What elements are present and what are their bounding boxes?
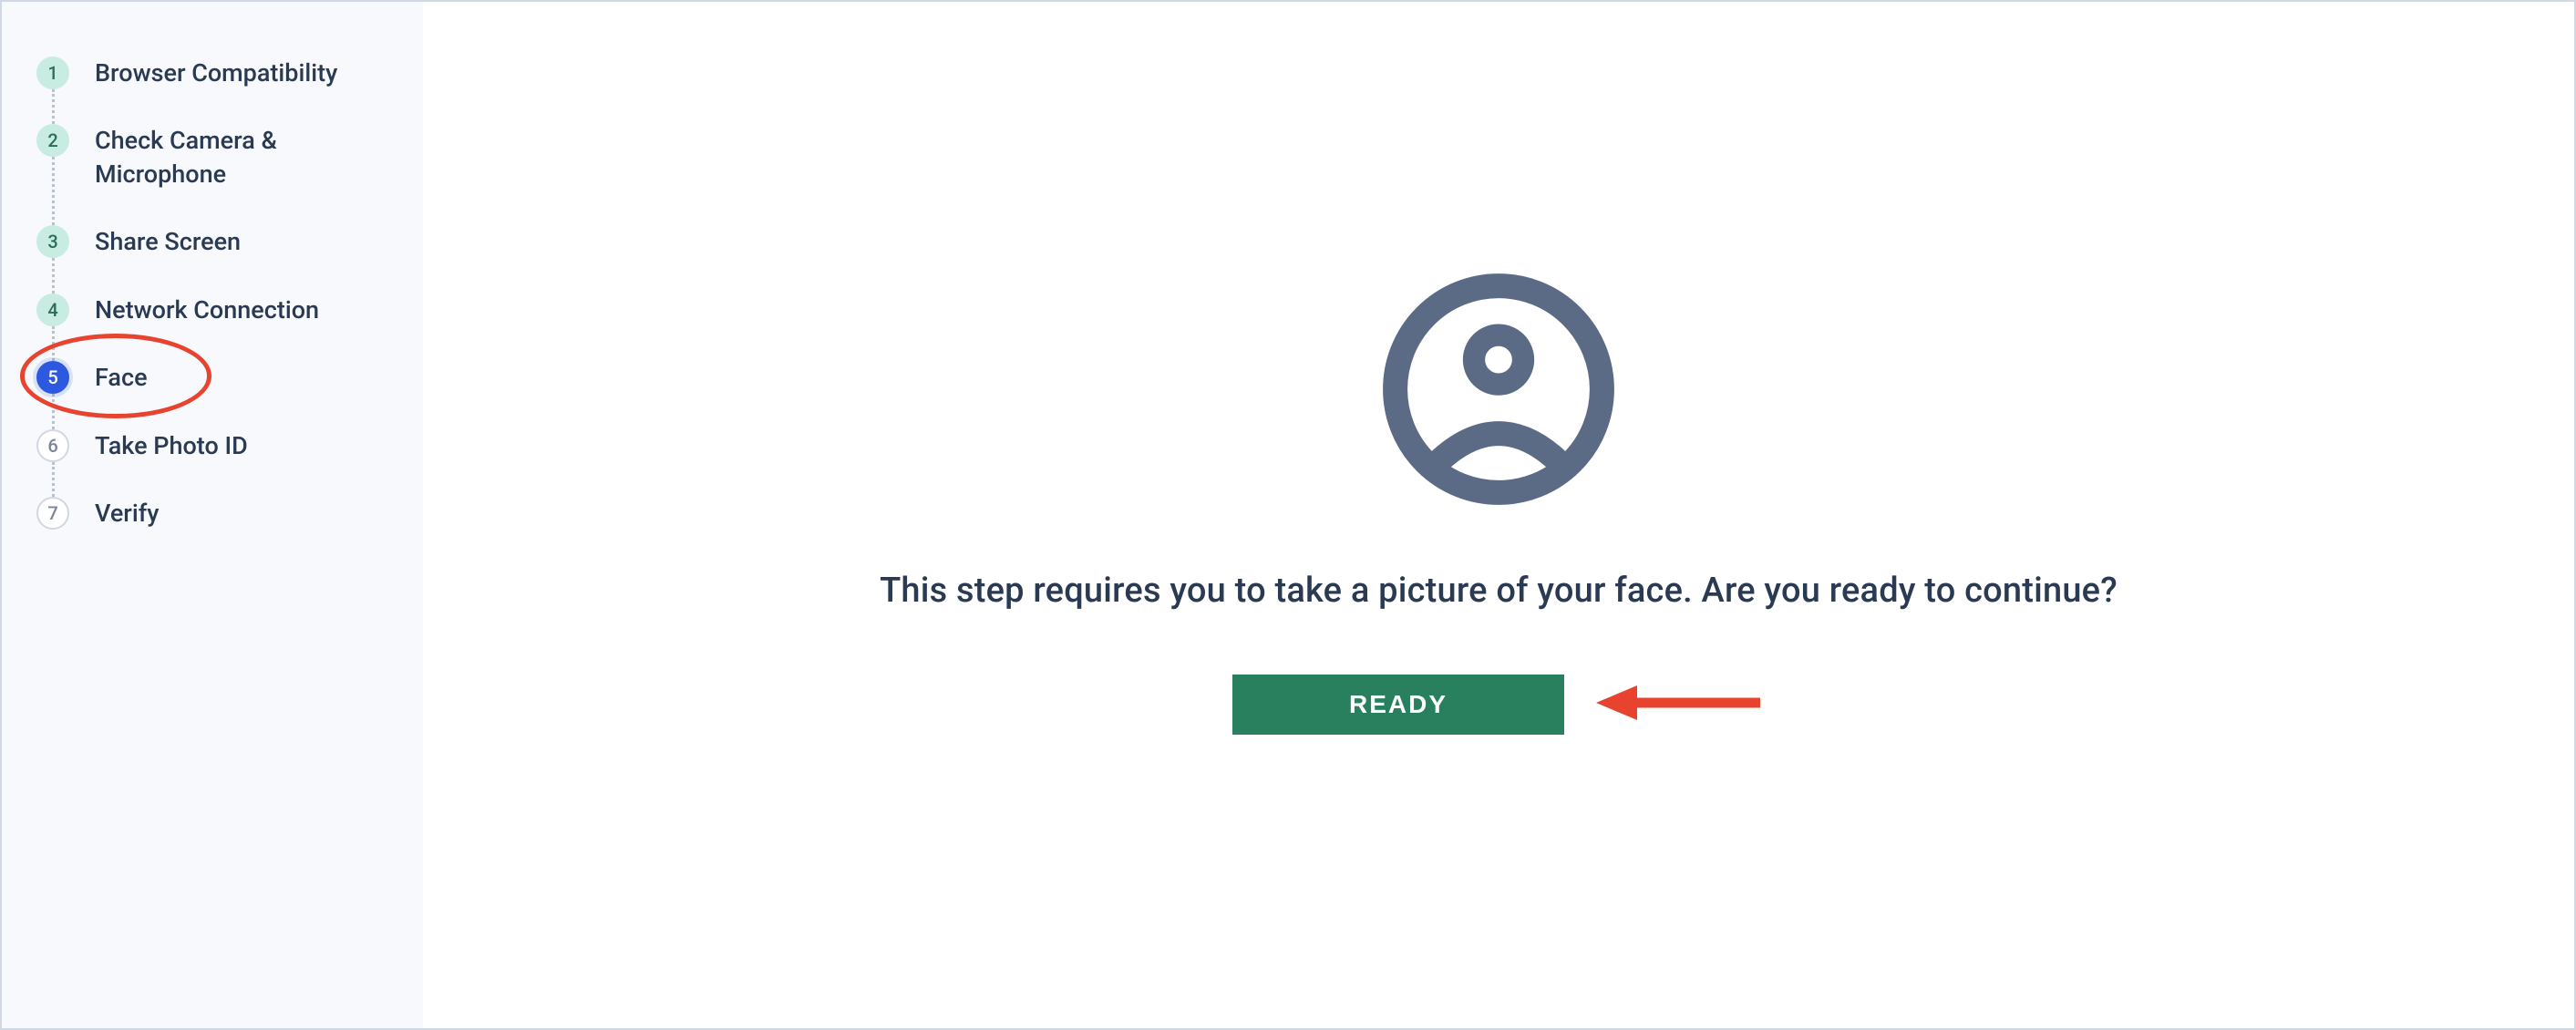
step-list: 1 Browser Compatibility 2 Check Camera &… [36, 38, 405, 547]
step-label: Face [95, 359, 148, 394]
step-label: Share Screen [95, 223, 241, 258]
step-connector [52, 326, 55, 361]
main-content: This step requires you to take a picture… [423, 2, 2574, 1028]
step-number-badge: 1 [36, 57, 69, 89]
step-share-screen[interactable]: 3 Share Screen [36, 207, 405, 274]
step-number-badge: 7 [36, 497, 69, 530]
step-verify[interactable]: 7 Verify [36, 479, 405, 546]
step-label: Verify [95, 495, 160, 530]
step-check-camera-microphone[interactable]: 2 Check Camera & Microphone [36, 106, 405, 207]
step-label: Network Connection [95, 292, 319, 326]
step-connector [52, 258, 55, 293]
step-number-badge: 6 [36, 429, 69, 462]
app-root: 1 Browser Compatibility 2 Check Camera &… [0, 0, 2576, 1030]
step-number-badge: 2 [36, 124, 69, 157]
step-label: Browser Compatibility [95, 55, 337, 89]
step-face[interactable]: 5 Face [36, 343, 405, 410]
step-label: Take Photo ID [95, 427, 248, 462]
step-number-badge: 5 [36, 361, 69, 394]
step-connector [52, 462, 55, 497]
prompt-text: This step requires you to take a picture… [880, 571, 2117, 611]
ready-button[interactable]: READY [1232, 675, 1564, 735]
step-connector [52, 89, 55, 124]
ready-row: READY [1232, 675, 1765, 735]
step-label: Check Camera & Microphone [95, 122, 368, 191]
step-network-connection[interactable]: 4 Network Connection [36, 275, 405, 343]
annotation-arrow-icon [1592, 680, 1765, 729]
sidebar: 1 Browser Compatibility 2 Check Camera &… [2, 2, 423, 1028]
step-connector [52, 394, 55, 428]
step-browser-compatibility[interactable]: 1 Browser Compatibility [36, 38, 405, 106]
step-number-badge: 3 [36, 225, 69, 258]
step-take-photo-id[interactable]: 6 Take Photo ID [36, 411, 405, 479]
person-circle-icon [1376, 266, 1622, 516]
step-connector [52, 157, 55, 225]
step-number-badge: 4 [36, 294, 69, 326]
